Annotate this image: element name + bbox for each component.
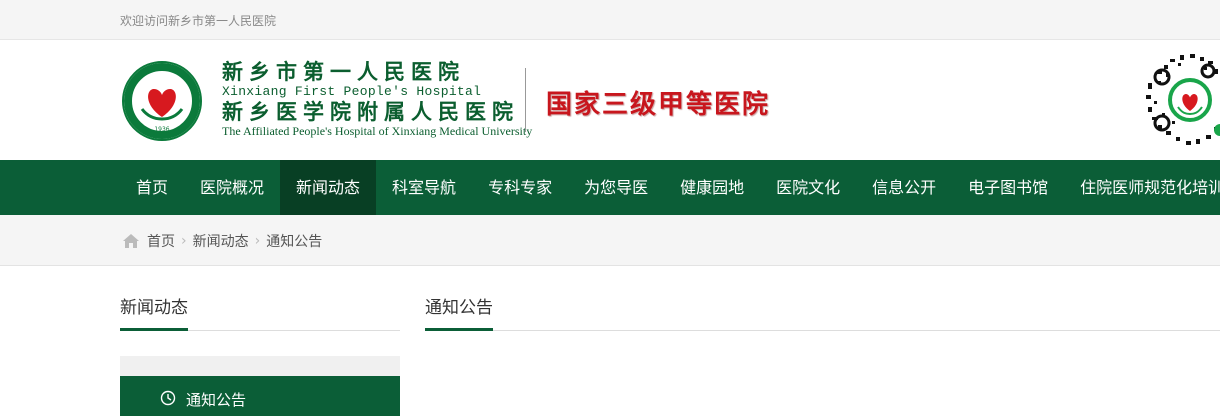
nav-item-residency[interactable]: 住院医师规范化培训 [1064,160,1220,215]
nav-item-overview[interactable]: 医院概况 [184,160,280,215]
sidebar-spacer [120,356,400,376]
nav-item-departments[interactable]: 科室导航 [376,160,472,215]
nav-item-culture[interactable]: 医院文化 [760,160,856,215]
top-bar: 欢迎访问新乡市第一人民医院 [0,0,1220,40]
hospital-name-cn: 新乡市第一人民医院 [222,59,465,84]
hospital-name-en: Xinxiang First People's Hospital [222,84,482,99]
nav-item-guide[interactable]: 为您导医 [568,160,664,215]
clock-icon [160,390,176,406]
main-nav: 首页 医院概况 新闻动态 科室导航 专科专家 为您导医 健康园地 医院文化 信息… [0,160,1220,215]
sidebar-item-notices[interactable]: 通知公告 [120,376,400,416]
breadcrumb: 首页 › 新闻动态 › 通知公告 [122,231,322,251]
breadcrumb-news[interactable]: 新闻动态 [193,231,249,251]
sidebar-title: 新闻动态 [120,293,188,331]
page-title: 通知公告 [425,293,493,331]
nav-item-experts[interactable]: 专科专家 [472,160,568,215]
header-divider [525,68,526,132]
affiliated-name-en: The Affiliated People's Hospital of Xinx… [222,124,533,138]
home-icon[interactable] [122,233,140,249]
welcome-text: 欢迎访问新乡市第一人民医院 [120,14,277,28]
qr-code-icon [1144,54,1220,146]
affiliated-name-cn: 新乡医学院附属人民医院 [222,99,519,124]
nav-item-home[interactable]: 首页 [120,160,184,215]
nav-item-news[interactable]: 新闻动态 [280,160,377,215]
chevron-right-icon: › [254,233,261,249]
nav-item-disclosure[interactable]: 信息公开 [856,160,952,215]
emblem-year: 1936 [154,126,169,133]
nav-item-health[interactable]: 健康园地 [664,160,760,215]
nav-item-library[interactable]: 电子图书馆 [952,160,1064,215]
hospital-grade: 国家三级甲等医院 [546,90,771,120]
logo-text[interactable]: 新乡市第一人民医院 Xinxiang First People's Hospit… [222,59,533,139]
breadcrumb-bar: 首页 › 新闻动态 › 通知公告 [0,215,1220,266]
hospital-emblem-icon[interactable]: 1936 [122,61,202,141]
breadcrumb-current: 通知公告 [266,234,323,250]
content-header: 通知公告 [425,293,1220,331]
breadcrumb-home[interactable]: 首页 [147,231,175,251]
sidebar-header: 新闻动态 [120,293,400,331]
chevron-right-icon: › [181,233,187,249]
